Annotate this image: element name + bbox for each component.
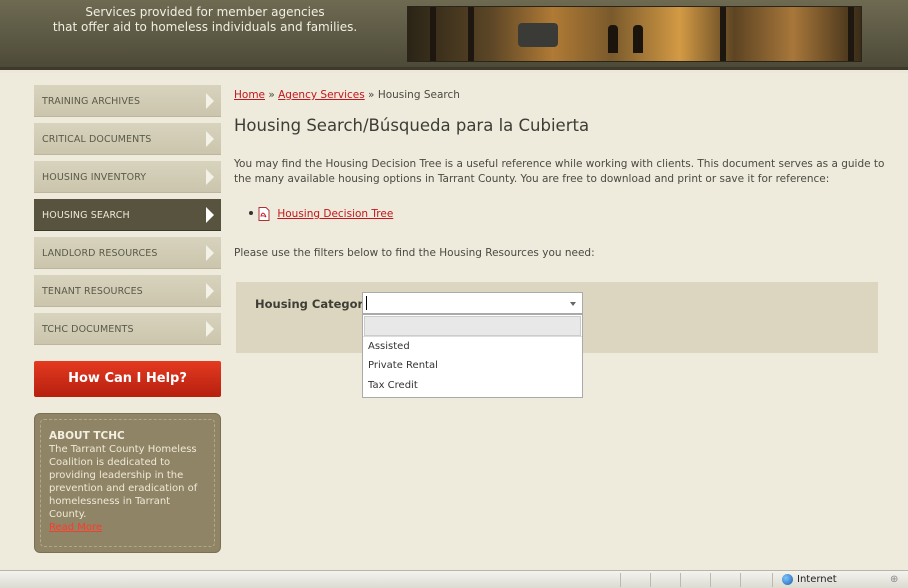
sidebar-item-label: CRITICAL DOCUMENTS	[42, 134, 152, 145]
globe-icon	[782, 574, 793, 585]
sidebar-item-critical-documents[interactable]: CRITICAL DOCUMENTS	[34, 123, 221, 155]
chevron-right-icon	[206, 283, 214, 299]
sidebar-item-label: TENANT RESOURCES	[42, 286, 143, 297]
status-divider	[772, 573, 773, 587]
breadcrumb: Home » Agency Services » Housing Search	[234, 89, 460, 101]
zoom-icon[interactable]: ⊕	[890, 574, 902, 586]
text-cursor	[366, 296, 367, 310]
sidebar-item-label: TCHC DOCUMENTS	[42, 324, 134, 335]
document-list-item: Housing Decision Tree	[249, 207, 393, 221]
dropdown-option-tax-credit[interactable]: Tax Credit	[363, 376, 582, 396]
photo-person	[633, 25, 643, 53]
chevron-right-icon	[206, 93, 214, 109]
site-header: Services provided for member agencies th…	[0, 0, 908, 70]
sidebar-item-label: TRAINING ARCHIVES	[42, 96, 141, 107]
dropdown-option-blank[interactable]	[364, 316, 581, 336]
sidebar-item-housing-inventory[interactable]: HOUSING INVENTORY	[34, 161, 221, 193]
tagline-line-1: Services provided for member agencies	[85, 5, 325, 19]
breadcrumb-current: Housing Search	[377, 89, 460, 101]
sidebar-item-housing-search[interactable]: HOUSING SEARCH	[34, 199, 221, 231]
photo-person	[608, 25, 618, 53]
housing-category-label: Housing Category	[255, 297, 371, 311]
about-title: ABOUT TCHC	[49, 430, 125, 442]
browser-status-bar: Internet ⊕	[0, 570, 908, 588]
sidebar-item-label: HOUSING SEARCH	[42, 210, 130, 221]
chevron-right-icon	[206, 131, 214, 147]
housing-decision-tree-link[interactable]: Housing Decision Tree	[277, 208, 393, 220]
status-divider	[650, 573, 651, 587]
photo-pole	[468, 7, 474, 61]
photo-pole	[430, 7, 436, 61]
dropdown-option-private-rental[interactable]: Private Rental	[363, 356, 582, 376]
breadcrumb-separator: »	[364, 89, 378, 101]
chevron-right-icon	[206, 321, 214, 337]
intro-paragraph: You may find the Housing Decision Tree i…	[234, 158, 885, 185]
about-text: The Tarrant County Homeless Coalition is…	[49, 444, 198, 520]
breadcrumb-home-link[interactable]: Home	[234, 89, 265, 101]
breadcrumb-agency-services-link[interactable]: Agency Services	[278, 89, 365, 101]
header-photo	[407, 6, 862, 62]
header-tagline: Services provided for member agencies th…	[40, 5, 370, 35]
security-zone-label: Internet	[797, 574, 837, 585]
housing-category-dropdown: Assisted Private Rental Tax Credit	[362, 314, 583, 398]
chevron-down-icon[interactable]	[570, 302, 576, 306]
sidebar-item-landlord-resources[interactable]: LANDLORD RESOURCES	[34, 237, 221, 269]
sidebar-item-label: LANDLORD RESOURCES	[42, 248, 158, 259]
read-more-link[interactable]: Read More	[49, 521, 208, 534]
status-divider	[740, 573, 741, 587]
bullet	[249, 211, 253, 215]
pdf-icon	[258, 207, 270, 221]
chevron-right-icon	[206, 169, 214, 185]
status-divider	[620, 573, 621, 587]
chevron-right-icon	[206, 245, 214, 261]
status-divider	[710, 573, 711, 587]
page-title: Housing Search/Búsqueda para la Cubierta	[234, 116, 590, 135]
sidebar-item-tenant-resources[interactable]: TENANT RESOURCES	[34, 275, 221, 307]
photo-pole	[848, 7, 854, 61]
chevron-right-icon	[206, 207, 214, 223]
breadcrumb-separator: »	[265, 89, 279, 101]
sidebar-item-training-archives[interactable]: TRAINING ARCHIVES	[34, 85, 221, 117]
dropdown-option-assisted[interactable]: Assisted	[363, 336, 582, 356]
sidebar-nav: TRAINING ARCHIVES CRITICAL DOCUMENTS HOU…	[34, 85, 221, 351]
filter-instructions: Please use the filters below to find the…	[234, 247, 595, 259]
status-divider	[680, 573, 681, 587]
housing-category-select[interactable]	[362, 292, 583, 314]
sidebar-item-tchc-documents[interactable]: TCHC DOCUMENTS	[34, 313, 221, 345]
photo-car	[518, 23, 558, 47]
photo-pole	[720, 7, 726, 61]
how-can-i-help-button[interactable]: How Can I Help?	[34, 361, 221, 397]
tagline-line-2: that offer aid to homeless individuals a…	[52, 20, 358, 34]
sidebar-item-label: HOUSING INVENTORY	[42, 172, 147, 183]
about-tchc-box: ABOUT TCHC The Tarrant County Homeless C…	[34, 413, 221, 553]
